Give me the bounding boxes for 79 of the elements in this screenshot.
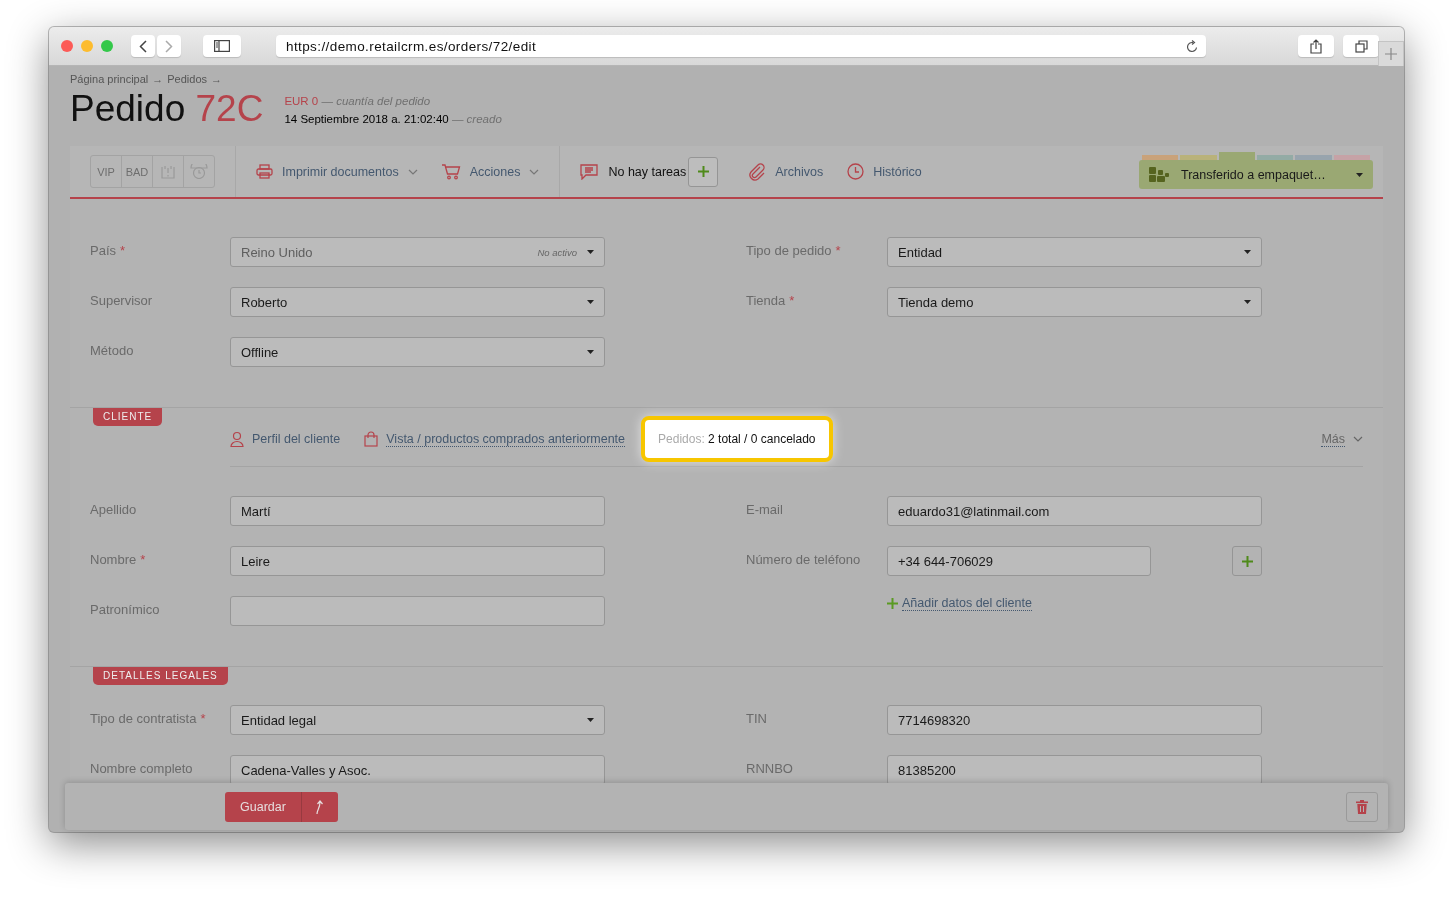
field-label: Tipo de contratista * xyxy=(90,710,207,726)
close-window-icon[interactable] xyxy=(61,40,73,52)
select-field[interactable]: Roberto xyxy=(230,287,605,317)
field-label: Patronímico xyxy=(90,601,161,617)
caret-icon xyxy=(1356,172,1363,177)
field-label: Supervisor xyxy=(90,292,154,308)
order-title: Pedido xyxy=(70,88,186,129)
minimize-window-icon[interactable] xyxy=(81,40,93,52)
caret-icon xyxy=(1244,250,1251,254)
status-stage[interactable] xyxy=(1295,155,1332,160)
toolbar-menu-button[interactable]: Acciones xyxy=(441,163,540,180)
tasks-label: No hay tareas xyxy=(608,164,687,179)
new-tab-button[interactable] xyxy=(1378,41,1404,66)
field-label: Tipo de pedido * xyxy=(746,242,842,258)
customer-link[interactable]: Perfil del cliente xyxy=(230,431,341,447)
breadcrumb-separator: → xyxy=(152,73,164,85)
paperclip-icon xyxy=(748,162,767,181)
created-date: 14 Septiembre 2018 a. 21:02:40 xyxy=(284,113,449,125)
status-stage[interactable] xyxy=(1180,155,1217,160)
amount-note: — cuantía del pedido xyxy=(321,95,431,107)
field-label: Tienda * xyxy=(746,292,796,308)
share-icon xyxy=(1310,38,1322,54)
add-customer-data-link[interactable]: Añadir datos del cliente xyxy=(887,596,1262,611)
order-amount: EUR 0 xyxy=(284,95,319,107)
forward-icon xyxy=(165,39,173,53)
caret-icon xyxy=(1244,300,1251,304)
customer-link[interactable]: Vista / productos comprados anteriormente xyxy=(364,431,626,447)
breadcrumb-separator: → xyxy=(211,73,223,85)
tabs-button[interactable] xyxy=(1343,35,1379,57)
back-icon xyxy=(139,39,147,53)
select-field[interactable]: Offline xyxy=(230,337,605,367)
flag-alert-icon xyxy=(161,164,175,179)
address-bar[interactable]: https://demo.retailcrm.es/orders/72/edit xyxy=(276,35,1206,57)
caret-icon xyxy=(587,350,594,354)
field-label: Nombre * xyxy=(90,551,147,567)
status-stage[interactable] xyxy=(1333,155,1370,160)
status-stage[interactable] xyxy=(1218,152,1255,160)
plus-icon xyxy=(697,166,709,177)
status-stage[interactable] xyxy=(1142,155,1179,160)
sidebar-icon xyxy=(214,40,230,52)
field-label: País * xyxy=(90,242,127,258)
boxes-icon xyxy=(1149,167,1169,182)
select-field[interactable]: Tienda demo xyxy=(887,287,1262,317)
field-label: Nombre completo xyxy=(90,760,194,776)
caret-icon xyxy=(587,300,594,304)
breadcrumb-link[interactable]: Pedidos xyxy=(167,73,208,85)
field-label: Número de teléfono xyxy=(746,551,862,567)
field-label: Apellido xyxy=(90,501,138,517)
cart-icon xyxy=(441,163,461,180)
status-stage[interactable] xyxy=(1257,155,1294,160)
toolbar-link[interactable]: Archivos xyxy=(748,162,824,181)
chat-icon xyxy=(580,163,599,180)
field-label: Método xyxy=(90,342,135,358)
toolbar-link[interactable]: Histórico xyxy=(847,163,922,180)
status-dropdown[interactable]: Transferido a empaquet… xyxy=(1139,160,1373,189)
status-hint: No activo xyxy=(537,246,577,258)
created-note: — creado xyxy=(451,113,502,125)
tabs-icon xyxy=(1354,39,1368,53)
clock-icon xyxy=(847,163,865,180)
trash-icon xyxy=(1356,799,1368,814)
plus-icon xyxy=(1385,48,1397,60)
caret-icon xyxy=(587,250,594,254)
printer-icon xyxy=(256,164,273,179)
delete-button[interactable] xyxy=(1346,791,1378,822)
field-label: TIN xyxy=(746,710,768,726)
field-label: E-mail xyxy=(746,501,784,517)
zoom-window-icon[interactable] xyxy=(101,40,113,52)
field-label: RNNBO xyxy=(746,760,794,776)
toolbar-menu-button[interactable]: Imprimir documentos xyxy=(256,164,418,179)
select-field[interactable]: Entidad xyxy=(887,237,1262,267)
sidebar-button[interactable] xyxy=(203,35,241,57)
add-task-button[interactable] xyxy=(688,156,719,187)
share-button[interactable] xyxy=(1298,35,1334,57)
order-number: 72C xyxy=(195,88,264,129)
back-button[interactable] xyxy=(131,35,155,57)
alarm-clock-icon xyxy=(190,164,208,179)
breadcrumb-link[interactable]: Página principal xyxy=(70,73,149,85)
reload-icon[interactable] xyxy=(1186,39,1198,53)
arrow-up-icon xyxy=(315,799,325,814)
